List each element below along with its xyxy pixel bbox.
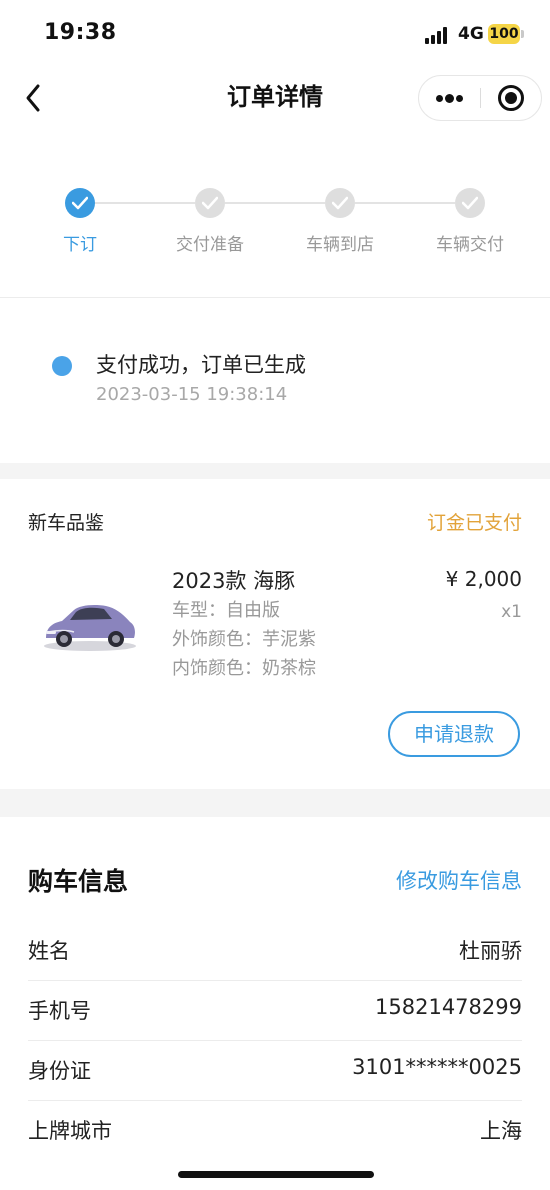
car-image: [44, 605, 136, 651]
product-quantity: x1: [501, 602, 522, 622]
order-status-time: 2023-03-15 19:38:14: [96, 384, 288, 405]
info-row-name-label: 姓名: [28, 939, 70, 963]
status-bar: 19:38 4G 100: [0, 0, 550, 70]
step-label-vehicle-arrival: 车辆到店: [306, 235, 374, 255]
row-divider: [28, 980, 522, 981]
product-name: 2023款 海豚: [172, 569, 296, 593]
divider: [0, 297, 550, 298]
section-separator: [0, 789, 550, 817]
more-dots-icon: [445, 94, 454, 103]
network-label: 4G: [458, 24, 484, 44]
row-divider: [28, 1100, 522, 1101]
target-close-icon-dot: [505, 92, 517, 104]
more-button[interactable]: [419, 76, 479, 120]
step-2-check-icon: [195, 188, 225, 218]
mini-program-capsule: [418, 75, 542, 121]
product-exterior-color: 外饰颜色：芋泥紫: [172, 629, 316, 650]
product-model: 车型：自由版: [172, 600, 280, 621]
info-row-id-label: 身份证: [28, 1059, 91, 1083]
step-1-check-icon: [65, 188, 95, 218]
battery-tip: [521, 30, 524, 38]
step-connector: [355, 202, 455, 204]
edit-purchase-info-link[interactable]: 修改购车信息: [396, 865, 522, 895]
info-row-city-value: 上海: [480, 1119, 522, 1143]
step-label-delivery-prep: 交付准备: [176, 235, 244, 255]
step-4-check-icon: [455, 188, 485, 218]
order-progress-steps: 下订 交付准备 车辆到店 车辆交付: [0, 180, 550, 280]
purchase-info-title: 购车信息: [28, 867, 129, 896]
refund-button[interactable]: 申请退款: [388, 711, 520, 757]
order-status-text: 支付成功，订单已生成: [96, 353, 306, 377]
step-label-vehicle-delivery: 车辆交付: [436, 235, 504, 255]
info-row-name-value: 杜丽骄: [459, 939, 522, 963]
more-dots-icon: [436, 95, 443, 102]
more-dots-icon: [456, 95, 463, 102]
battery-icon: 100: [488, 24, 520, 44]
status-time: 19:38: [44, 20, 117, 45]
info-row-phone-value: 15821478299: [375, 995, 522, 1019]
step-label-ordered: 下订: [63, 235, 97, 255]
info-row-id-value: 3101******0025: [352, 1055, 522, 1079]
step-connector: [95, 202, 195, 204]
step-connector: [225, 202, 325, 204]
row-divider: [28, 1040, 522, 1041]
product-price: ¥ 2,000: [445, 567, 522, 591]
order-card-status: 订金已支付: [426, 512, 522, 534]
section-separator: [0, 463, 550, 479]
step-3-check-icon: [325, 188, 355, 218]
close-mini-program-button[interactable]: [481, 76, 541, 120]
product-interior-color: 内饰颜色：奶茶棕: [172, 658, 316, 679]
status-dot-icon: [52, 356, 72, 376]
signal-icon: [425, 26, 451, 44]
home-indicator[interactable]: [178, 1171, 374, 1178]
order-card-title: 新车品鉴: [28, 512, 105, 534]
info-row-phone-label: 手机号: [28, 999, 91, 1023]
info-row-city-label: 上牌城市: [28, 1119, 112, 1143]
